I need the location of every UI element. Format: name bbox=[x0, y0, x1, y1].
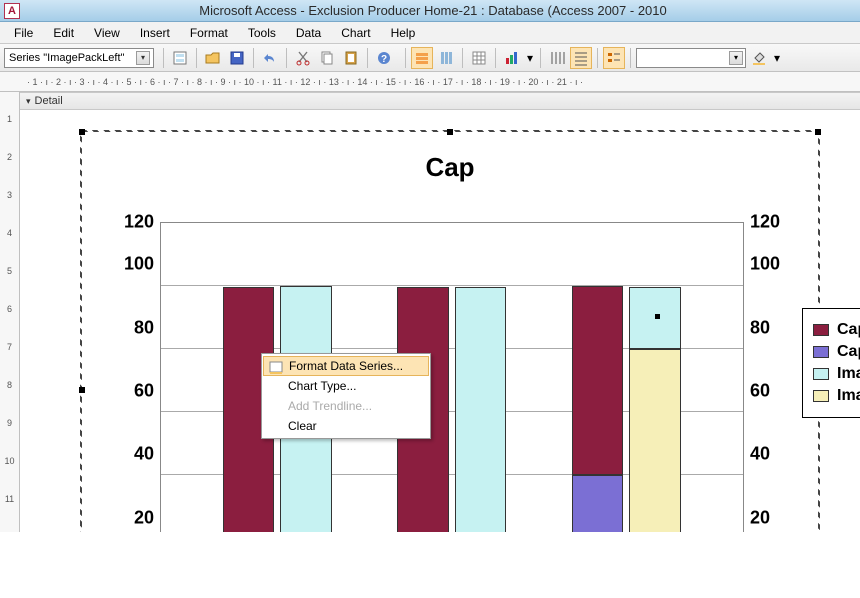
menu-chart[interactable]: Chart bbox=[331, 24, 380, 42]
detail-section-header[interactable]: ▾ Detail bbox=[20, 92, 860, 110]
detail-section-label: Detail bbox=[35, 95, 63, 107]
context-menu-clear[interactable]: Clear bbox=[262, 416, 430, 436]
legend-item[interactable]: ImagePackLeft bbox=[813, 365, 860, 383]
by-column-button[interactable] bbox=[435, 47, 457, 69]
cut-icon[interactable] bbox=[292, 47, 314, 69]
horizontal-ruler-ticks: · 1 · ı · 2 · ı · 3 · ı · 4 · ı · 5 · ı … bbox=[22, 77, 583, 87]
menu-file[interactable]: File bbox=[4, 24, 43, 42]
context-menu-add-trendline: Add Trendline... bbox=[262, 396, 430, 416]
secondary-y-axis[interactable]: 0 20 40 60 80 100 120 bbox=[744, 222, 792, 532]
legend-swatch bbox=[813, 368, 829, 380]
context-menu-chart-type[interactable]: Chart Type... bbox=[262, 376, 430, 396]
app-icon: A bbox=[4, 3, 20, 19]
chevron-down-icon: ▾ bbox=[26, 96, 31, 107]
title-bar: A Microsoft Access - Exclusion Producer … bbox=[0, 0, 860, 22]
legend-item[interactable]: ImagePackUsed bbox=[813, 387, 860, 405]
chevron-down-icon: ▾ bbox=[729, 51, 743, 65]
chart-object[interactable]: Cap 0 20 40 60 80 100 120 bbox=[80, 130, 820, 532]
context-menu-format-data-series[interactable]: Format Data Series... bbox=[263, 356, 429, 376]
fill-color-button[interactable] bbox=[748, 47, 770, 69]
category-axis-grid-button[interactable] bbox=[546, 47, 568, 69]
chevron-down-icon: ▾ bbox=[136, 51, 150, 65]
chart-type-button[interactable] bbox=[501, 47, 523, 69]
legend-label: ImagePackUsed bbox=[837, 387, 860, 405]
context-menu-item-label: Chart Type... bbox=[288, 379, 356, 393]
legend-label: CapPackLeft bbox=[837, 321, 860, 339]
legend-swatch bbox=[813, 324, 829, 336]
legend-item[interactable]: CapPackUsed bbox=[813, 343, 860, 361]
save-icon[interactable] bbox=[226, 47, 248, 69]
legend-swatch bbox=[813, 346, 829, 358]
context-menu-item-label: Add Trendline... bbox=[288, 399, 372, 413]
horizontal-ruler: · 1 · ı · 2 · ı · 3 · ı · 4 · ı · 5 · ı … bbox=[0, 72, 860, 92]
menu-edit[interactable]: Edit bbox=[43, 24, 84, 42]
format-dialog-button[interactable] bbox=[169, 47, 191, 69]
series-select-value: Series "ImagePackLeft" bbox=[9, 52, 124, 64]
resize-handle[interactable] bbox=[79, 387, 85, 393]
resize-handle[interactable] bbox=[815, 129, 821, 135]
menu-view[interactable]: View bbox=[84, 24, 130, 42]
copy-icon[interactable] bbox=[316, 47, 338, 69]
context-menu: Format Data Series... Chart Type... Add … bbox=[261, 353, 431, 439]
series-select[interactable]: Series "ImagePackLeft" ▾ bbox=[4, 48, 154, 68]
vertical-ruler: 1 2 3 4 5 6 7 8 9 10 11 bbox=[0, 92, 20, 532]
toolbar: Series "ImagePackLeft" ▾ ? ▾ ▾ ▾ bbox=[0, 44, 860, 72]
window-title: Microsoft Access - Exclusion Producer Ho… bbox=[26, 3, 860, 18]
fill-color-dd[interactable]: ▾ bbox=[772, 47, 782, 69]
value-axis-grid-button[interactable] bbox=[570, 47, 592, 69]
legend-item[interactable]: CapPackLeft bbox=[813, 321, 860, 339]
style-combo[interactable]: ▾ bbox=[636, 48, 746, 68]
help-button[interactable]: ? bbox=[373, 47, 395, 69]
primary-y-axis[interactable]: 0 20 40 60 80 100 120 bbox=[112, 222, 160, 532]
menu-data[interactable]: Data bbox=[286, 24, 331, 42]
svg-text:?: ? bbox=[381, 54, 387, 65]
paste-icon[interactable] bbox=[340, 47, 362, 69]
legend-button[interactable] bbox=[603, 47, 625, 69]
undo-button[interactable] bbox=[259, 47, 281, 69]
menu-format[interactable]: Format bbox=[180, 24, 238, 42]
resize-handle[interactable] bbox=[79, 129, 85, 135]
context-menu-item-label: Format Data Series... bbox=[289, 359, 403, 373]
menu-help[interactable]: Help bbox=[381, 24, 426, 42]
legend-label: ImagePackLeft bbox=[837, 365, 860, 383]
legend-swatch bbox=[813, 390, 829, 402]
resize-handle[interactable] bbox=[447, 129, 453, 135]
open-icon[interactable] bbox=[202, 47, 224, 69]
legend-label: CapPackUsed bbox=[837, 343, 860, 361]
chart-title[interactable]: Cap bbox=[82, 152, 818, 183]
menu-tools[interactable]: Tools bbox=[238, 24, 286, 42]
chart-legend[interactable]: CapPackLeft CapPackUsed ImagePackLeft Im… bbox=[802, 308, 860, 418]
plot-area[interactable]: Format Data Series... Chart Type... Add … bbox=[160, 222, 744, 532]
by-row-button[interactable] bbox=[411, 47, 433, 69]
menu-insert[interactable]: Insert bbox=[130, 24, 180, 42]
menu-bar: File Edit View Insert Format Tools Data … bbox=[0, 22, 860, 44]
context-menu-item-label: Clear bbox=[288, 419, 317, 433]
data-table-button[interactable] bbox=[468, 47, 490, 69]
design-surface[interactable]: ▾ Detail Cap 0 20 40 60 80 100 bbox=[20, 92, 860, 532]
chart-type-dd[interactable]: ▾ bbox=[525, 47, 535, 69]
